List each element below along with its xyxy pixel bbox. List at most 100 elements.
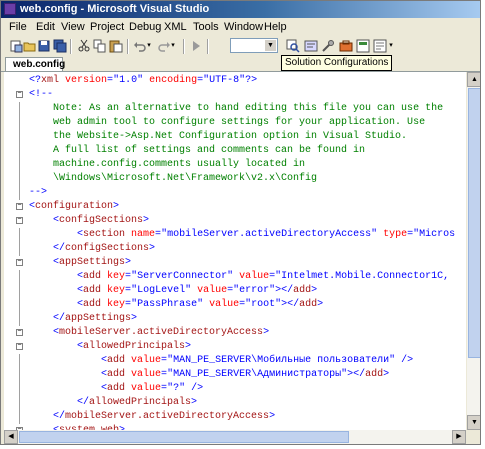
code-token: \Windows\Microsoft.Net\Framework\v2.x\Co… [29,173,318,184]
menu-file[interactable]: File [9,18,27,36]
open-file-icon[interactable] [23,39,37,53]
scroll-down-icon[interactable]: ▼ [467,415,480,430]
collapse-icon[interactable]: − [16,91,23,98]
save-icon[interactable] [37,39,51,53]
menu-window[interactable]: Window [224,18,263,36]
scroll-right-icon[interactable]: ▶ [452,430,466,444]
code-text: <!-- [29,88,53,102]
code-text: <section name="mobileServer.activeDirect… [29,228,455,242]
code-token: < [29,229,84,240]
toolbar-separator [207,39,209,54]
code-token: ></ [275,285,294,296]
collapse-icon[interactable]: − [16,217,23,224]
copy-icon[interactable] [93,39,107,53]
find-icon[interactable] [286,39,300,53]
start-debug-icon[interactable] [189,39,203,53]
code-line[interactable]: <add key="ServerConnector" value="Intelm… [4,270,466,284]
paste-icon[interactable] [109,39,123,53]
collapse-icon[interactable]: − [16,259,23,266]
code-line[interactable]: <add value="MAN_PE_SERVER\Администраторы… [4,368,466,382]
code-line[interactable]: A full list of settings and comments can… [4,144,466,158]
properties-icon[interactable] [321,39,335,53]
outline-line [19,270,20,284]
code-token: > [131,313,138,324]
redo-dropdown-icon[interactable]: ▾ [169,39,177,53]
code-token: < [29,257,60,268]
horizontal-scrollbar[interactable]: ◀ ▶ [4,430,466,444]
code-editor[interactable]: <?xml version="1.0" encoding="UTF-8"?> − <… [4,72,466,430]
code-token: <? [29,75,42,86]
code-token: xml [41,75,60,86]
toolbar-separator [127,39,129,54]
collapse-icon[interactable]: − [16,329,23,336]
title-bar[interactable]: web.config - Microsoft Visual Studio [1,1,480,18]
code-token: key [101,285,126,296]
code-line[interactable]: web admin tool to configure settings for… [4,116,466,130]
cut-icon[interactable] [77,39,91,53]
tab-web-config[interactable]: web.config [5,57,65,71]
collapse-icon[interactable]: − [16,343,23,350]
code-line[interactable]: --> [4,186,466,200]
code-line[interactable]: </appSettings> [4,312,466,326]
chevron-down-icon[interactable]: ▼ [265,40,276,51]
code-token: configSections [59,215,144,226]
code-line[interactable]: − <!-- [4,88,466,102]
code-line[interactable]: <add value="MAN_PE_SERVER\Мобильные поль… [4,354,466,368]
code-line[interactable]: <add key="LogLevel" value="error"></add> [4,284,466,298]
menu-debug[interactable]: Debug [129,18,161,36]
class-view-icon[interactable] [356,39,370,53]
menu-edit[interactable]: Edit [36,18,55,36]
code-text: the Website->Asp.Net Configuration optio… [29,130,407,144]
code-line[interactable]: − <allowedPrincipals> [4,340,466,354]
code-line[interactable]: machine.config.comments usually located … [4,158,466,172]
toolbox-icon[interactable] [339,39,353,53]
code-token: "LogLevel" [131,285,192,296]
code-token: > [125,257,132,268]
code-line[interactable]: \Windows\Microsoft.Net\Framework\v2.x\Co… [4,172,466,186]
code-line[interactable]: </mobileServer.activeDirectoryAccess> [4,410,466,424]
solution-configurations-combo[interactable]: ▼ [230,38,278,53]
code-token: > [191,397,198,408]
code-line[interactable]: <add value="?" /> [4,382,466,396]
code-line[interactable]: Note: As an alternative to hand editing … [4,102,466,116]
menu-project[interactable]: Project [90,18,124,36]
undo-dropdown-icon[interactable]: ▾ [145,39,153,53]
code-line[interactable]: − <appSettings> [4,256,466,270]
scroll-thumb[interactable] [468,88,480,358]
code-line[interactable]: </allowedPrincipals> [4,396,466,410]
menu-xml[interactable]: XML [164,18,187,36]
code-token: < [29,355,108,366]
menu-bar: File Edit View Project Debug XML Tools W… [1,18,480,36]
outline-line [19,228,20,242]
vertical-scrollbar[interactable]: ▲ ▼ [467,72,480,430]
code-text: <allowedPrincipals> [29,340,191,354]
code-token: > [311,285,318,296]
start-page-icon[interactable] [373,39,387,53]
solution-explorer-icon[interactable] [304,39,318,53]
scroll-left-icon[interactable]: ◀ [4,430,18,444]
scroll-thumb[interactable] [19,431,349,443]
new-project-icon[interactable] [9,39,23,53]
scroll-up-icon[interactable]: ▲ [467,72,480,87]
code-text: <configSections> [29,214,149,228]
code-line[interactable]: <section name="mobileServer.activeDirect… [4,228,466,242]
menu-view[interactable]: View [61,18,85,36]
code-token: <!-- [29,89,54,100]
outline-line [19,410,20,424]
code-line[interactable]: − <mobileServer.activeDirectoryAccess> [4,326,466,340]
save-all-icon[interactable] [53,39,67,53]
collapse-icon[interactable]: − [16,203,23,210]
menu-tools[interactable]: Tools [193,18,219,36]
code-line[interactable]: </configSections> [4,242,466,256]
code-line[interactable]: <add key="PassPhrase" value="root"></add… [4,298,466,312]
menu-help[interactable]: Help [264,18,287,36]
code-line[interactable]: − <configSections> [4,214,466,228]
outline-line [19,382,20,396]
code-line[interactable]: − <configuration> [4,200,466,214]
code-token: /> [395,355,414,366]
code-line[interactable]: the Website->Asp.Net Configuration optio… [4,130,466,144]
outline-line [19,144,20,158]
toolbar-overflow-icon[interactable]: ▾ [387,39,395,53]
code-line[interactable]: <?xml version="1.0" encoding="UTF-8"?> [4,74,466,88]
code-token: configuration [35,201,114,212]
